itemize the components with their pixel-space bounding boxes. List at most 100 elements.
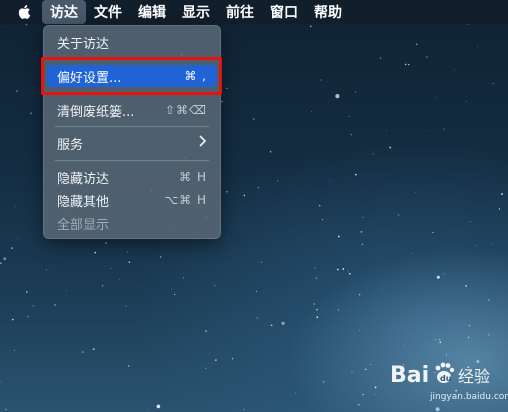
star [322,219,324,221]
star [1,26,3,27]
star [372,153,374,155]
star [439,338,441,341]
star [358,294,361,296]
star [359,330,360,332]
star [139,285,141,287]
star [476,245,478,246]
star [354,173,357,176]
star [348,272,351,275]
menu-item-empty-trash[interactable]: 清倒废纸篓... ⇧⌘⌫ [47,99,217,121]
star [380,57,382,59]
star [469,220,471,222]
menu-finder[interactable]: 访达 [42,0,86,24]
star [347,270,349,272]
star [316,316,319,319]
star [231,358,234,360]
star [320,79,322,81]
star [491,242,493,244]
star [256,317,259,319]
star [16,237,18,239]
star [386,130,388,132]
star [348,115,350,117]
star [454,69,455,71]
star [436,275,440,279]
star [26,291,28,293]
star [54,304,56,306]
hide-finder-label: 隐藏访达 [57,171,110,187]
chevron-right-icon [199,135,207,151]
star [487,299,490,301]
star [412,253,413,254]
hide-others-shortcut: ⌥⌘ H [164,193,207,207]
star [18,76,20,78]
star [468,325,470,327]
star [316,309,318,311]
star [30,112,32,115]
menu-view[interactable]: 显示 [174,0,218,24]
star [314,267,316,269]
star [105,242,107,244]
watermark-brand: Bai [390,363,429,388]
star [295,392,296,394]
show-all-label: 全部显示 [57,217,110,233]
star [253,118,255,120]
star [269,151,272,153]
star [439,341,442,343]
star [243,409,245,411]
empty-trash-label: 清倒废纸篓... [57,104,135,120]
star [270,324,273,327]
baidu-logo: Bai du 经验 [390,362,490,388]
star [426,56,428,58]
menu-go[interactable]: 前往 [218,0,262,24]
star [488,334,490,336]
hide-others-label: 隐藏其他 [57,194,110,210]
empty-trash-shortcut: ⇧⌘⌫ [164,103,207,117]
star [432,232,434,234]
star [492,82,494,85]
apple-logo-icon[interactable] [6,0,42,24]
star [160,256,162,258]
menu-separator [55,160,209,161]
menu-item-hide-others[interactable]: 隐藏其他 ⌥⌘ H [47,189,217,211]
star [362,216,364,218]
menu-item-hide-finder[interactable]: 隐藏访达 ⌘ H [47,166,217,188]
menu-item-services[interactable]: 服务 [47,132,217,154]
star [365,368,367,371]
star [127,365,130,367]
star [119,279,121,281]
star [416,43,418,45]
star [351,371,353,373]
star [125,305,127,307]
star [337,309,339,311]
hide-finder-shortcut: ⌘ H [179,170,207,184]
star [277,180,279,182]
menu-edit[interactable]: 编辑 [130,0,174,24]
star [102,285,104,287]
star [255,290,258,292]
star [397,214,400,216]
star [171,288,173,290]
star [337,235,340,238]
star [466,101,467,102]
star [374,386,377,389]
star [374,394,376,396]
menu-item-about-finder[interactable]: 关于访达 [47,31,217,53]
menu-separator [55,126,209,127]
star [243,194,246,197]
star [128,261,131,264]
star [415,192,417,193]
star [361,243,364,246]
star [335,94,340,99]
menu-window[interactable]: 窗口 [262,0,306,24]
watermark-url: jingyan.baidu.com [430,392,508,402]
menu-help[interactable]: 帮助 [306,0,350,24]
star [127,251,129,253]
star [94,251,97,254]
star [356,308,358,310]
star [435,97,437,99]
star [0,262,2,265]
menu-file[interactable]: 文件 [86,0,130,24]
star [3,257,7,261]
star [404,63,407,66]
star [362,393,364,396]
